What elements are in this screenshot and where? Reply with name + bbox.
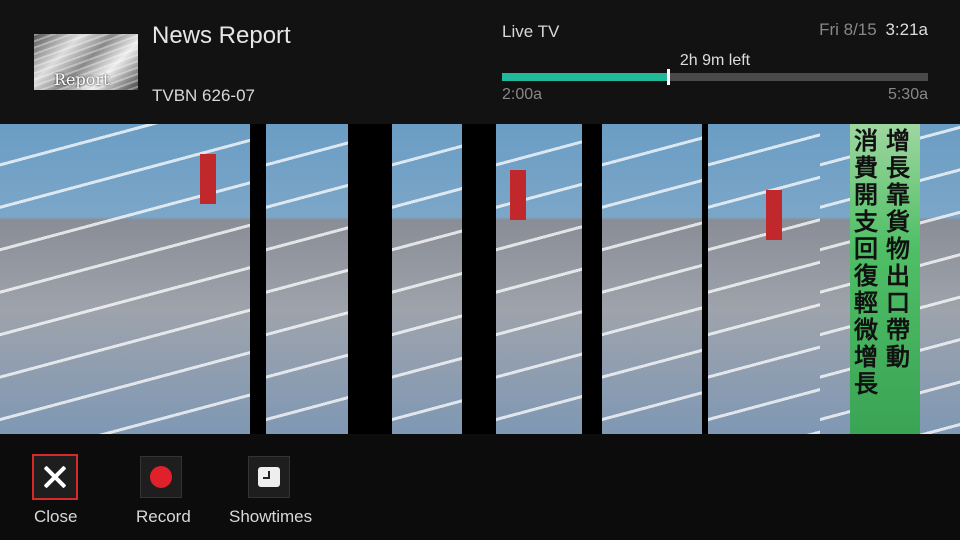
video-segment (0, 124, 250, 434)
video-segment (392, 124, 462, 434)
video-segment (496, 124, 582, 434)
progress-fill (502, 73, 669, 81)
thumbnail-caption: Report (54, 70, 110, 89)
video-player[interactable]: 增長靠貨物出口帶動 消費開支回復輕微增長 (0, 124, 960, 434)
video-segment (266, 124, 348, 434)
end-time: 5:30a (887, 86, 928, 103)
showtimes-button[interactable] (248, 456, 290, 498)
close-button[interactable] (32, 454, 78, 500)
program-progress: 2h 9m left 2:00a 5:30a (502, 0, 928, 124)
close-icon (42, 464, 68, 490)
subtitle-line-1: 增長靠貨物出口帶動 (886, 127, 910, 371)
channel-number: TVBN 626-07 (152, 86, 255, 105)
program-info-header: Report News Report TVBN 626-07 Live TV F… (0, 0, 960, 124)
clock-icon (258, 467, 280, 487)
subtitle-line-2: 消費開支回復輕微增長 (854, 127, 878, 398)
start-time: 2:00a (502, 86, 543, 103)
control-bar: Close Record Showtimes (0, 434, 960, 540)
vertical-subtitles: 增長靠貨物出口帶動 消費開支回復輕微增長 (852, 128, 912, 398)
record-label: Record (136, 507, 191, 526)
progress-track (502, 69, 928, 85)
program-thumbnail: Report (34, 34, 138, 90)
video-segment (602, 124, 702, 434)
close-label: Close (34, 507, 78, 526)
video-segment (708, 124, 820, 434)
showtimes-label: Showtimes (229, 507, 313, 526)
playhead-marker (667, 69, 671, 85)
time-remaining: 2h 9m left (679, 52, 751, 69)
program-title: News Report (152, 22, 291, 49)
record-button[interactable] (140, 456, 182, 498)
record-icon (150, 466, 172, 488)
